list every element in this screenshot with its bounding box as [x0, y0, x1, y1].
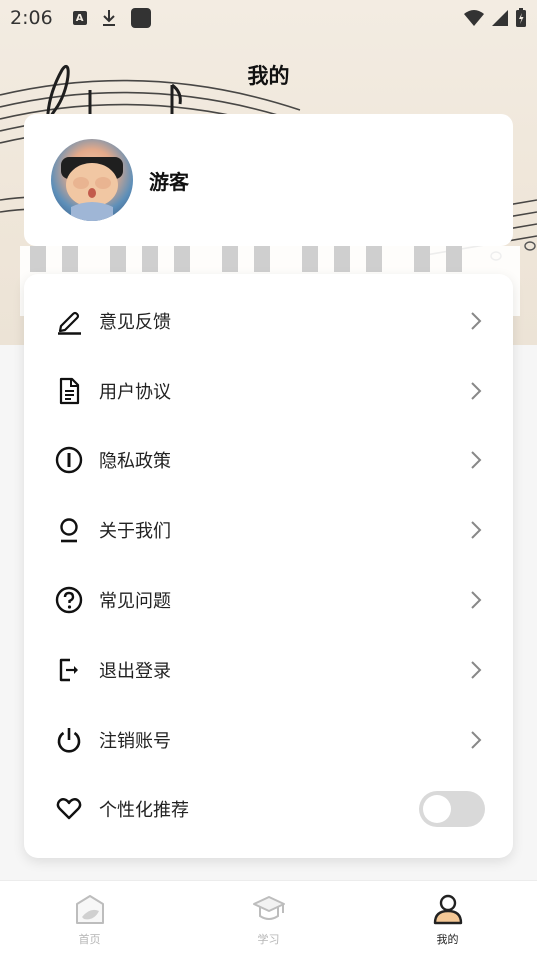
menu-item-label: 退出登录: [99, 660, 171, 682]
chevron-right-icon: [471, 451, 482, 470]
status-time: 2:06: [10, 7, 53, 29]
graduation-cap-icon: [252, 896, 285, 920]
profile-icon: [433, 894, 462, 925]
menu-item-label: 常见问题: [99, 591, 171, 613]
chevron-right-icon: [471, 521, 482, 539]
settings-menu: 意见反馈 用户协议 隐私政策 关于我们 常见问题 退出登录 注销账号 个性化推荐: [24, 274, 513, 858]
nav-label-profile: 我的: [436, 933, 459, 946]
chevron-right-icon: [471, 661, 482, 679]
page-title: 我的: [247, 64, 290, 88]
power-icon: [54, 725, 84, 755]
menu-item-user-agreement[interactable]: 用户协议: [24, 356, 513, 426]
chevron-right-icon: [471, 312, 482, 330]
wifi-icon: [464, 10, 484, 26]
menu-item-label: 用户协议: [99, 381, 171, 403]
logout-icon: [54, 655, 84, 685]
menu-item-label: 隐私政策: [99, 451, 171, 473]
avatar-image: [61, 157, 123, 221]
menu-item-personalized-recommendation: 个性化推荐: [24, 775, 513, 845]
avatar[interactable]: [51, 139, 133, 221]
toggle-knob: [423, 795, 451, 824]
chevron-right-icon: [471, 730, 482, 749]
nav-item-profile[interactable]: 我的: [358, 881, 537, 956]
menu-item-label: 关于我们: [99, 521, 171, 543]
menu-item-delete-account[interactable]: 注销账号: [24, 705, 513, 775]
menu-item-label: 个性化推荐: [99, 800, 189, 822]
menu-item-label: 意见反馈: [99, 311, 171, 333]
bottom-navigation: 首页 学习 我的: [0, 880, 537, 956]
status-left-icons: A: [72, 8, 151, 28]
pencil-icon: [54, 306, 84, 336]
cell-signal-icon: [492, 10, 508, 26]
personalized-recommendation-toggle[interactable]: [419, 791, 485, 828]
person-icon: [54, 515, 84, 545]
square-app-icon: [130, 8, 151, 28]
status-right-icons: [463, 8, 527, 28]
profile-card[interactable]: 游客: [24, 114, 513, 246]
chevron-right-icon: [471, 381, 482, 400]
nav-item-home[interactable]: 首页: [0, 881, 179, 956]
nav-label-home: 首页: [78, 933, 101, 946]
question-circle-icon: [54, 585, 84, 615]
battery-charging-icon: [516, 8, 526, 27]
menu-item-label: 注销账号: [99, 730, 171, 752]
menu-item-faq[interactable]: 常见问题: [24, 565, 513, 635]
menu-item-about-us[interactable]: 关于我们: [24, 495, 513, 565]
font-a-icon: A: [72, 11, 87, 25]
menu-item-logout[interactable]: 退出登录: [24, 635, 513, 705]
download-icon: [102, 10, 115, 26]
status-bar: 2:06 A: [0, 0, 537, 36]
heart-icon: [54, 794, 84, 824]
menu-item-feedback[interactable]: 意见反馈: [24, 286, 513, 356]
document-icon: [54, 376, 84, 406]
home-icon: [75, 895, 104, 924]
menu-item-privacy-policy[interactable]: 隐私政策: [24, 426, 513, 496]
chevron-right-icon: [471, 591, 482, 609]
username: 游客: [149, 169, 189, 194]
info-circle-icon: [54, 445, 84, 475]
nav-item-study[interactable]: 学习: [179, 881, 358, 956]
nav-label-study: 学习: [257, 933, 280, 946]
